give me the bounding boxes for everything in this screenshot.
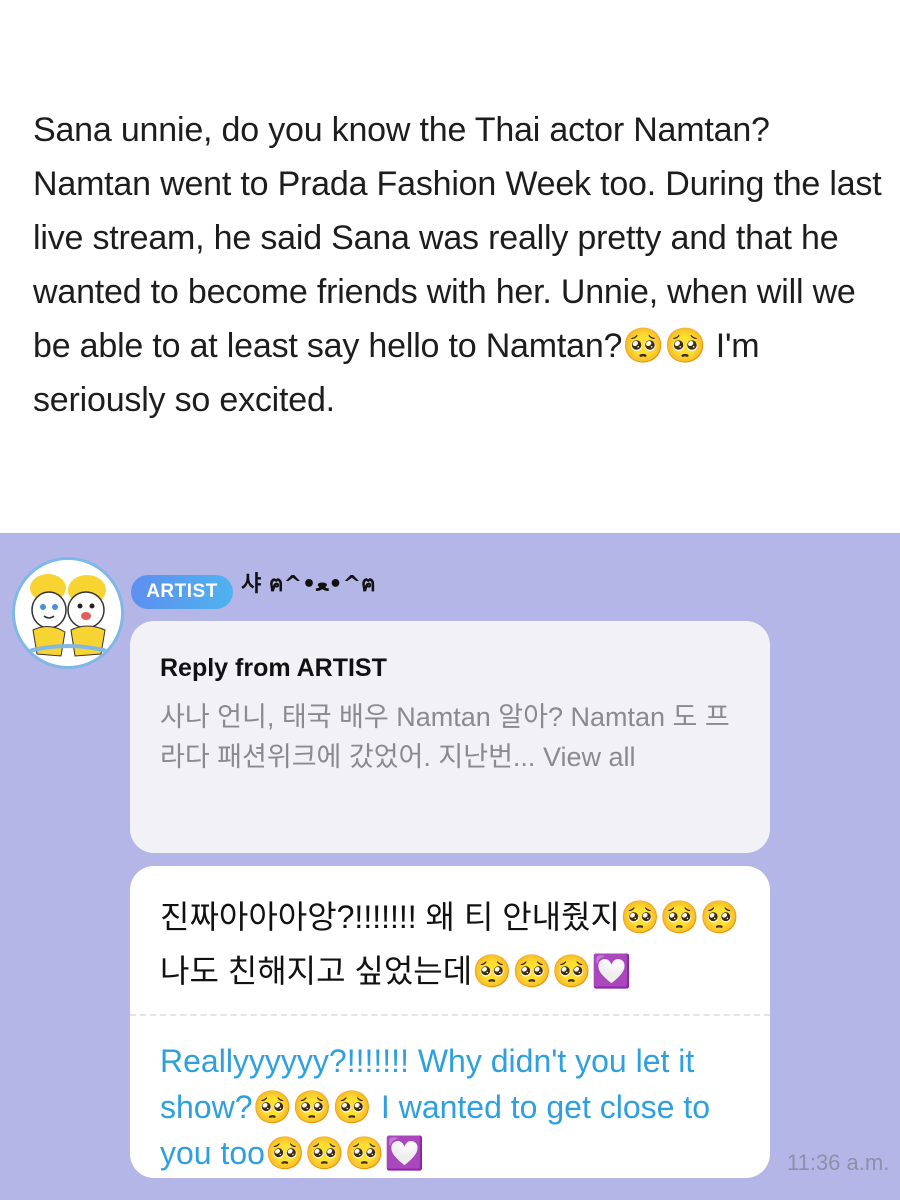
artist-badge: ARTIST — [131, 575, 233, 609]
reply-title: Reply from ARTIST — [160, 654, 387, 682]
reply-preview-text: 사나 언니, 태국 배우 Namtan 알아? Namtan 도 프라다 패션위… — [160, 702, 730, 772]
message-translation-text: Reallyyyyyy?!!!!!!! Why didn't you let i… — [160, 1043, 711, 1171]
artist-name[interactable]: 샤 ฅ^•ﻌ•^ฅ — [241, 566, 376, 601]
message-original-text: 진짜아아아앙?!!!!!!! 왜 티 안내줬지🥺🥺🥺 나도 친해지고 싶었는데🥺… — [160, 899, 740, 989]
message-bubble[interactable]: 진짜아아아앙?!!!!!!! 왜 티 안내줬지🥺🥺🥺 나도 친해지고 싶었는데🥺… — [130, 866, 770, 1178]
cartoon-cats-avatar-icon — [15, 560, 121, 666]
message-divider — [130, 1014, 770, 1016]
avatar[interactable] — [12, 557, 124, 669]
post-text: Sana unnie, do you know the Thai actor N… — [33, 111, 882, 419]
reply-card[interactable]: Reply from ARTIST 사나 언니, 태국 배우 Namtan 알아… — [130, 621, 770, 853]
message-timestamp: 11:36 a.m. — [787, 1150, 890, 1175]
view-all-link[interactable]: View all — [543, 742, 636, 772]
reply-preview: 사나 언니, 태국 배우 Namtan 알아? Namtan 도 프라다 패션위… — [160, 697, 740, 777]
